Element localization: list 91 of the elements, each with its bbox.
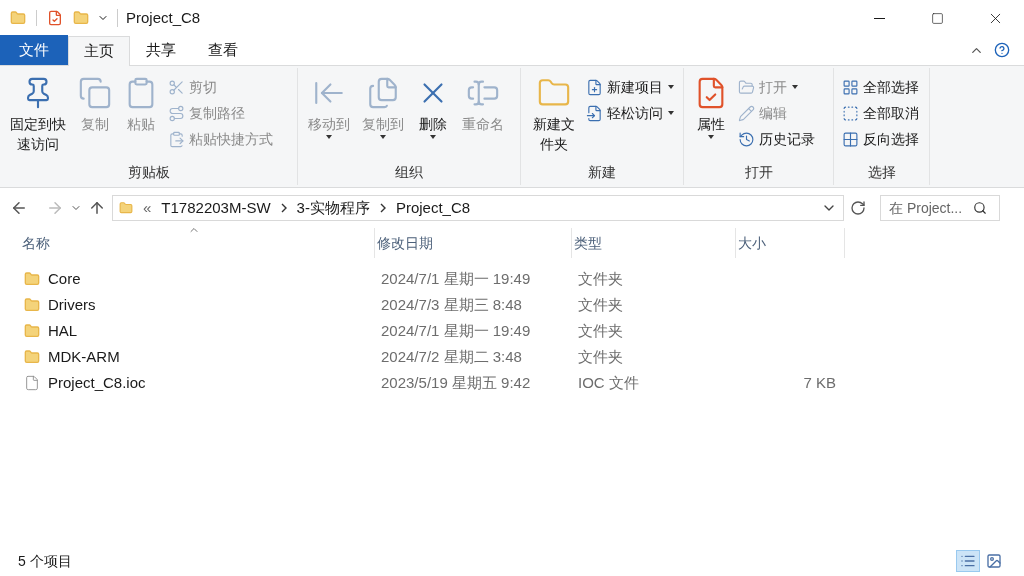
folder-icon — [24, 297, 40, 313]
copy-to-icon — [366, 76, 400, 110]
dropdown-caret-icon — [667, 84, 675, 90]
folder-icon — [119, 201, 133, 215]
breadcrumb-separator-icon[interactable] — [379, 203, 386, 213]
breadcrumb-item[interactable]: Project_C8 — [395, 196, 471, 220]
breadcrumb-item[interactable]: 3-实物程序 — [296, 196, 370, 220]
ribbon-small-button[interactable]: 新建项目 — [584, 74, 677, 100]
file-row[interactable]: Core 2024/7/1 星期一 19:49 文件夹 — [20, 266, 1004, 292]
modified-date: 2023/5/19 星期五 9:42 — [381, 373, 531, 391]
ribbon-large-button[interactable]: 固定到快速访问 — [6, 72, 70, 161]
file-type: IOC 文件 — [578, 373, 639, 391]
image-icon — [986, 553, 1002, 569]
ribbon-group-label: 新建 — [587, 163, 617, 182]
file-row[interactable]: HAL 2024/7/1 星期一 19:49 文件夹 — [20, 318, 1004, 344]
column-header[interactable]: 类型 — [572, 228, 736, 258]
file-name: Drivers — [48, 294, 96, 315]
details-view-button[interactable] — [956, 550, 980, 572]
ribbon-large-button[interactable]: 属性 — [690, 72, 732, 161]
maximize-icon — [930, 11, 944, 25]
list-icon — [960, 553, 976, 569]
ribbon-tab[interactable]: 文件 — [0, 35, 68, 65]
back-button[interactable] — [10, 199, 28, 217]
copy-icon — [78, 76, 112, 110]
ribbon-small-button[interactable]: 轻松访问 — [584, 100, 677, 126]
invert-selection-icon — [842, 130, 859, 148]
paste-shortcut-icon — [168, 130, 185, 148]
ribbon-small-button[interactable]: 反向选择 — [840, 126, 921, 152]
file-size: 7 KB — [803, 373, 836, 391]
file-type: 文件夹 — [578, 295, 623, 313]
file-row[interactable]: Project_C8.ioc 2023/5/19 星期五 9:42 IOC 文件 7 KB — [20, 370, 1004, 396]
help-icon[interactable] — [994, 42, 1010, 58]
edit-icon — [738, 104, 755, 122]
refresh-icon[interactable] — [850, 200, 866, 216]
open-icon — [738, 78, 755, 96]
select-none-icon — [842, 104, 859, 122]
breadcrumb-separator-icon[interactable] — [280, 203, 287, 213]
ribbon-group-label: 选择 — [866, 163, 897, 182]
modified-date: 2024/7/3 星期三 8:48 — [381, 295, 522, 313]
file-name: Project_C8.ioc — [48, 372, 146, 393]
up-button[interactable] — [88, 199, 106, 217]
address-bar[interactable]: « T1782203M-SW 3-实物程序 Project_C8 — [112, 195, 844, 221]
search-icon — [973, 201, 987, 215]
select-all-icon — [842, 78, 859, 96]
ribbon-small-button[interactable]: 全部取消 — [840, 100, 921, 126]
ribbon-group-label: 组织 — [394, 163, 424, 182]
dropdown-caret-icon — [667, 110, 675, 116]
file-name: HAL — [48, 320, 78, 341]
search-field[interactable]: 在 Project... — [880, 195, 1000, 221]
properties-icon[interactable] — [47, 10, 63, 26]
file-icon — [24, 375, 40, 391]
modified-date: 2024/7/2 星期二 3:48 — [381, 347, 522, 365]
overflow-chevron[interactable]: « — [143, 196, 152, 220]
file-name: MDK-ARM — [48, 346, 120, 367]
ribbon-group-label: 剪贴板 — [126, 163, 171, 182]
ribbon-tab[interactable]: 共享 — [130, 35, 192, 65]
file-row[interactable]: MDK-ARM 2024/7/2 星期二 3:48 文件夹 — [20, 344, 1004, 370]
item-count: 5 个项目 — [18, 551, 72, 571]
modified-date: 2024/7/1 星期一 19:49 — [381, 321, 531, 339]
file-row[interactable]: Drivers 2024/7/3 星期三 8:48 文件夹 — [20, 292, 1004, 318]
column-header[interactable]: 大小 — [736, 228, 845, 258]
minimize-icon — [873, 17, 885, 19]
folder-icon — [24, 349, 40, 365]
window-title: Project_C8 — [126, 7, 201, 28]
ribbon-large-button[interactable]: 删除 — [412, 72, 454, 161]
file-name: Core — [48, 268, 81, 289]
modified-date: 2024/7/1 星期一 19:49 — [381, 269, 531, 287]
file-type: 文件夹 — [578, 347, 623, 365]
scissors-icon — [168, 78, 185, 96]
ribbon-small-button[interactable]: 全部选择 — [840, 74, 921, 100]
dropdown-caret-icon — [379, 134, 387, 140]
path-icon — [168, 104, 185, 122]
ribbon-small-button[interactable]: 历史记录 — [736, 126, 817, 152]
folder-icon — [24, 323, 40, 339]
dropdown-caret-icon — [707, 134, 715, 140]
column-header[interactable]: 名称 — [20, 228, 375, 258]
column-header[interactable]: 修改日期 — [375, 228, 572, 258]
dropdown-caret-icon — [325, 134, 333, 140]
breadcrumb-item[interactable]: T1782203M-SW — [161, 196, 271, 220]
ribbon-tab[interactable]: 查看 — [192, 35, 254, 65]
easy-access-icon — [586, 104, 603, 122]
dropdown-caret-icon — [791, 84, 799, 90]
new-item-icon — [586, 78, 603, 96]
ribbon-large-button[interactable]: 新建文件夹 — [527, 72, 580, 161]
file-type: 文件夹 — [578, 321, 623, 339]
ribbon-tab[interactable]: 主页 — [68, 36, 130, 66]
history-icon — [738, 130, 755, 148]
dropdown-caret-icon — [429, 134, 437, 140]
folder-icon — [24, 271, 40, 287]
file-type: 文件夹 — [578, 269, 623, 287]
ribbon-group-label: 打开 — [743, 163, 774, 182]
